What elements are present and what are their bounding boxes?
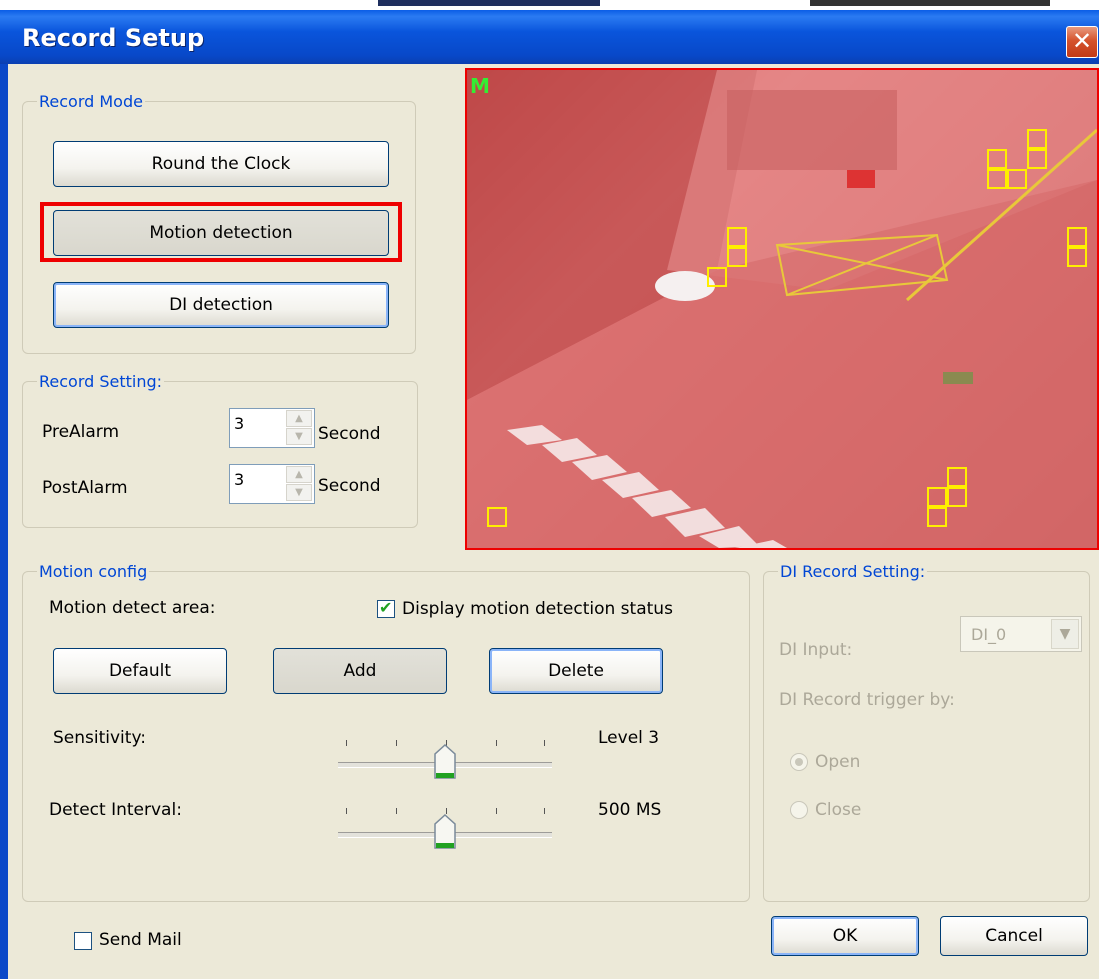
sensitivity-value: Level 3: [598, 728, 660, 748]
add-button[interactable]: Add: [273, 648, 447, 694]
ok-button[interactable]: OK: [771, 916, 919, 956]
background-window-strip: [0, 0, 1099, 10]
di-detection-button[interactable]: DI detection: [53, 282, 389, 328]
prealarm-spinner[interactable]: 3 ▲ ▼: [229, 408, 315, 448]
send-mail-label[interactable]: Send Mail: [99, 930, 182, 950]
slider-tick: [346, 808, 347, 814]
display-status-label[interactable]: Display motion detection status: [402, 599, 673, 619]
motion-detection-button[interactable]: Motion detection: [53, 210, 389, 256]
spin-down-icon[interactable]: ▼: [286, 428, 312, 445]
background-window-part: [810, 0, 1050, 6]
motion-config-legend: Motion config: [39, 562, 148, 581]
sensitivity-slider[interactable]: [336, 736, 554, 780]
postalarm-spinner[interactable]: 3 ▲ ▼: [229, 464, 315, 504]
display-status-checkbox[interactable]: ✔: [377, 598, 395, 618]
di-record-setting-group: DI Record Setting:: [763, 562, 1090, 902]
spin-up-icon[interactable]: ▲: [286, 410, 312, 427]
slider-tick: [346, 740, 347, 746]
background-window-part: [378, 0, 600, 6]
slider-thumb[interactable]: [434, 744, 456, 780]
postalarm-label: PostAlarm: [42, 478, 128, 498]
slider-tick: [396, 808, 397, 814]
postalarm-unit: Second: [318, 476, 381, 496]
sensitivity-label: Sensitivity:: [53, 728, 146, 748]
window-title: Record Setup: [22, 24, 205, 52]
di-input-select[interactable]: DI_0 ▼: [960, 616, 1082, 652]
round-the-clock-button[interactable]: Round the Clock: [53, 141, 389, 187]
record-setting-group: Record Setting:: [22, 372, 418, 528]
close-label[interactable]: Close: [815, 800, 861, 820]
prealarm-value: 3: [234, 414, 245, 433]
motion-overlay-label: M: [470, 74, 490, 98]
chevron-down-icon[interactable]: ▼: [1051, 619, 1079, 649]
prealarm-unit: Second: [318, 424, 381, 444]
di-input-label: DI Input:: [779, 640, 853, 660]
slider-tick: [496, 740, 497, 746]
record-setting-legend: Record Setting:: [39, 372, 163, 391]
delete-button[interactable]: Delete: [489, 648, 663, 694]
window-border: [0, 64, 8, 979]
di-input-value: DI_0: [971, 625, 1007, 644]
send-mail-checkbox[interactable]: [74, 932, 92, 950]
detect-interval-slider[interactable]: [336, 806, 554, 850]
default-button[interactable]: Default: [53, 648, 227, 694]
di-trigger-label: DI Record trigger by:: [779, 690, 955, 710]
detect-interval-value: 500 MS: [598, 800, 662, 820]
detect-interval-label: Detect Interval:: [49, 800, 182, 820]
slider-tick: [396, 740, 397, 746]
street-scene: M: [467, 70, 1097, 548]
checkmark-icon: ✔: [379, 598, 393, 617]
cancel-button[interactable]: Cancel: [940, 916, 1088, 956]
slider-thumb[interactable]: [434, 814, 456, 850]
radio-selected-dot: [795, 758, 803, 766]
slider-tick: [544, 808, 545, 814]
camera-preview[interactable]: M: [465, 68, 1099, 550]
close-radio[interactable]: [790, 801, 808, 819]
motion-detect-area-label: Motion detect area:: [49, 598, 216, 618]
spin-down-icon[interactable]: ▼: [286, 484, 312, 501]
spin-up-icon[interactable]: ▲: [286, 466, 312, 483]
slider-tick: [496, 808, 497, 814]
title-bar[interactable]: Record Setup ✕: [0, 10, 1099, 64]
open-radio[interactable]: [790, 753, 808, 771]
postalarm-value: 3: [234, 470, 245, 489]
open-label[interactable]: Open: [815, 752, 860, 772]
slider-tick: [544, 740, 545, 746]
prealarm-label: PreAlarm: [42, 422, 120, 442]
close-button[interactable]: ✕: [1066, 26, 1098, 58]
di-record-setting-legend: DI Record Setting:: [780, 562, 926, 581]
record-mode-legend: Record Mode: [39, 92, 143, 111]
